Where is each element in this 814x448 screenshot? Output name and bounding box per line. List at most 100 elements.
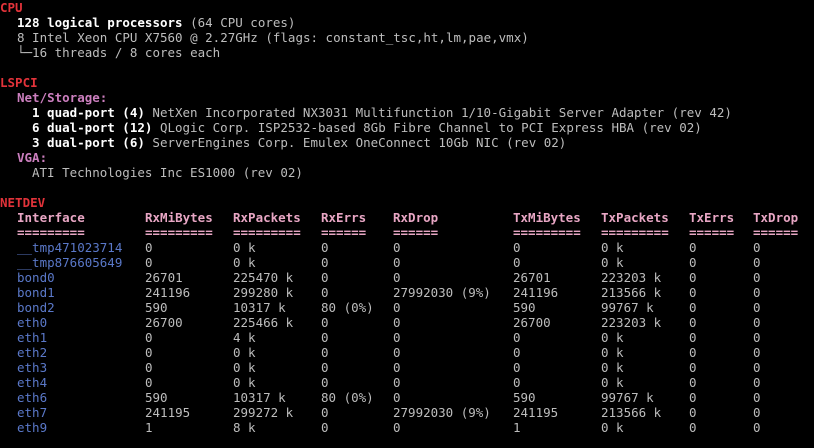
vga-label: VGA: xyxy=(17,150,48,165)
cell-tx-drop: 0 xyxy=(753,270,761,285)
cell-tx-drop: 0 xyxy=(753,345,761,360)
cell-tx-mibytes: 0 xyxy=(513,330,521,345)
cell-rx-mibytes: 0 xyxy=(145,360,153,375)
cell-rx-drop: 0 xyxy=(393,360,401,375)
column-separator: ====== xyxy=(321,225,367,240)
column-separator: ====== xyxy=(393,225,439,240)
cell-rx-errs: 0 xyxy=(321,360,329,375)
netdev-separator-row: ========= ========= ========= ====== ====== =… xyxy=(0,225,814,240)
device-count: 3 dual-port (6) xyxy=(32,135,145,150)
cell-tx-drop: 0 xyxy=(753,240,761,255)
cell-tx-errs: 0 xyxy=(689,255,697,270)
cell-tx-packets: 223203 k xyxy=(601,270,662,285)
table-row: eth0 26700 225466 k 0 0 26700 223203 k 0 0 xyxy=(0,315,814,330)
device-description: NetXen Incorporated NX3031 Multifunction… xyxy=(144,105,732,120)
cell-rx-drop: 0 xyxy=(393,255,401,270)
cell-tx-drop: 0 xyxy=(753,405,761,420)
cell-rx-packets: 225470 k xyxy=(233,270,294,285)
cell-rx-mibytes: 1 xyxy=(145,420,153,435)
column-header-tx-drop: TxDrop xyxy=(753,210,799,225)
device-description: ServerEngines Corp. Emulex OneConnect 10… xyxy=(144,135,567,150)
interface-name: eth6 xyxy=(17,390,48,405)
cell-tx-packets: 0 k xyxy=(601,360,624,375)
cell-rx-mibytes: 0 xyxy=(145,330,153,345)
cell-rx-packets: 10317 k xyxy=(233,300,286,315)
cell-rx-mibytes: 0 xyxy=(145,345,153,360)
cell-tx-packets: 99767 k xyxy=(601,390,654,405)
interface-name: eth3 xyxy=(17,360,48,375)
cell-rx-packets: 225466 k xyxy=(233,315,294,330)
cell-tx-errs: 0 xyxy=(689,330,697,345)
cell-tx-errs: 0 xyxy=(689,315,697,330)
cell-tx-mibytes: 241196 xyxy=(513,285,559,300)
cell-tx-packets: 213566 k xyxy=(601,405,662,420)
cell-rx-packets: 299280 k xyxy=(233,285,294,300)
cell-tx-errs: 0 xyxy=(689,300,697,315)
cpu-heading: CPU xyxy=(0,0,23,15)
cell-rx-errs: 0 xyxy=(321,240,329,255)
table-row: bond0 26701 225470 k 0 0 26701 223203 k 0 0 xyxy=(0,270,814,285)
column-separator: ========= xyxy=(601,225,669,240)
netdev-heading: NETDEV xyxy=(0,195,46,210)
cell-tx-errs: 0 xyxy=(689,270,697,285)
cell-tx-drop: 0 xyxy=(753,390,761,405)
table-row: eth2 0 0 k 0 0 0 0 k 0 0 xyxy=(0,345,814,360)
net-storage-label: Net/Storage: xyxy=(17,90,108,105)
cell-tx-mibytes: 0 xyxy=(513,375,521,390)
cell-tx-packets: 223203 k xyxy=(601,315,662,330)
table-row: eth4 0 0 k 0 0 0 0 k 0 0 xyxy=(0,375,814,390)
cell-tx-mibytes: 0 xyxy=(513,360,521,375)
column-separator: ========= xyxy=(513,225,581,240)
cell-tx-drop: 0 xyxy=(753,285,761,300)
cell-tx-packets: 99767 k xyxy=(601,300,654,315)
cell-rx-drop: 0 xyxy=(393,375,401,390)
column-separator: ====== xyxy=(689,225,735,240)
interface-name: __tmp471023714 xyxy=(17,240,123,255)
column-separator: ========= xyxy=(233,225,301,240)
cell-tx-mibytes: 241195 xyxy=(513,405,559,420)
lspci-heading: LSPCI xyxy=(0,75,38,90)
device-count: 1 quad-port (4) xyxy=(32,105,145,120)
cell-tx-errs: 0 xyxy=(689,390,697,405)
cell-tx-packets: 0 k xyxy=(601,330,624,345)
cell-tx-mibytes: 0 xyxy=(513,345,521,360)
column-header-rx-packets: RxPackets xyxy=(233,210,301,225)
cell-rx-errs: 0 xyxy=(321,330,329,345)
cell-rx-packets: 4 k xyxy=(233,330,256,345)
cell-tx-packets: 0 k xyxy=(601,420,624,435)
interface-name: eth2 xyxy=(17,345,48,360)
cell-rx-errs: 0 xyxy=(321,315,329,330)
cell-tx-drop: 0 xyxy=(753,420,761,435)
cell-rx-errs: 0 xyxy=(321,420,329,435)
cell-rx-errs: 0 xyxy=(321,255,329,270)
vga-device: ATI Technologies Inc ES1000 (rev 02) xyxy=(32,165,303,180)
interface-name: eth4 xyxy=(17,375,48,390)
cell-tx-drop: 0 xyxy=(753,315,761,330)
device-count: 6 dual-port (12) xyxy=(32,120,153,135)
lspci-device-row: 6 dual-port (12) QLogic Corp. ISP2532-ba… xyxy=(32,120,702,135)
cell-tx-errs: 0 xyxy=(689,405,697,420)
cell-tx-packets: 0 k xyxy=(601,255,624,270)
cell-rx-mibytes: 241196 xyxy=(145,285,191,300)
cell-rx-drop: 0 xyxy=(393,390,401,405)
cell-rx-mibytes: 590 xyxy=(145,390,168,405)
cell-tx-errs: 0 xyxy=(689,360,697,375)
cell-rx-drop: 0 xyxy=(393,420,401,435)
cell-rx-drop: 0 xyxy=(393,270,401,285)
cell-tx-packets: 0 k xyxy=(601,345,624,360)
cell-rx-errs: 0 xyxy=(321,285,329,300)
column-header-tx-errs: TxErrs xyxy=(689,210,735,225)
interface-name: eth1 xyxy=(17,330,48,345)
cell-tx-errs: 0 xyxy=(689,375,697,390)
interface-name: eth0 xyxy=(17,315,48,330)
cpu-model-line: 8 Intel Xeon CPU X7560 @ 2.27GHz (flags:… xyxy=(17,30,529,45)
interface-name: bond0 xyxy=(17,270,55,285)
cell-tx-mibytes: 26700 xyxy=(513,315,551,330)
cell-rx-drop: 27992030 (9%) xyxy=(393,405,491,420)
cell-rx-drop: 0 xyxy=(393,345,401,360)
cpu-threads-line: └─16 threads / 8 cores each xyxy=(17,45,221,60)
cell-rx-packets: 0 k xyxy=(233,360,256,375)
cell-rx-mibytes: 0 xyxy=(145,375,153,390)
cell-tx-drop: 0 xyxy=(753,360,761,375)
cell-rx-errs: 80 (0%) xyxy=(321,390,374,405)
